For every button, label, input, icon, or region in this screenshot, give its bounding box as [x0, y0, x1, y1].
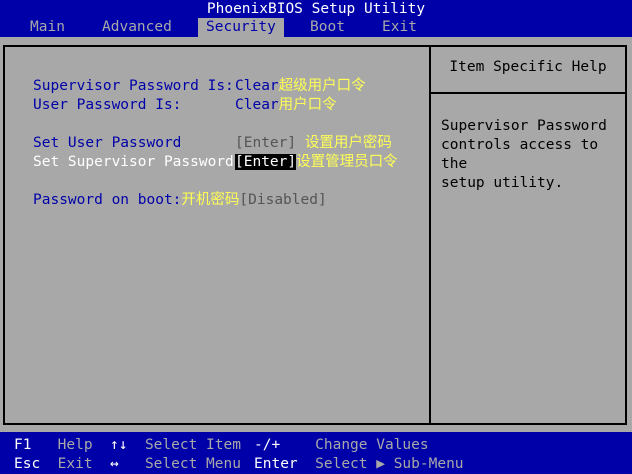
settings-frame: Item Specific Help Supervisor Password c… — [3, 45, 627, 425]
key-enter-key: Enter — [254, 456, 298, 472]
vertical-divider — [429, 47, 431, 423]
key-f1: F1 Help — [14, 436, 93, 455]
user-password-status-row: User Password Is: Clear用户口令 — [33, 96, 337, 115]
set-user-password-value[interactable]: [Enter] 设置用户密码 — [235, 134, 392, 153]
tab-advanced[interactable]: Advanced — [94, 18, 180, 37]
settings-panel: Item Specific Help Supervisor Password c… — [0, 37, 632, 432]
password-on-boot-value[interactable]: [Disabled] — [239, 192, 326, 208]
leftright-arrow-icon: ↔ — [110, 456, 119, 472]
password-on-boot-row[interactable]: Password on boot:开机密码[Disabled] — [33, 191, 327, 210]
password-on-boot-note: 开机密码 — [181, 192, 240, 208]
key-minusplus-key: -/+ — [254, 437, 281, 453]
supervisor-password-status-row: Supervisor Password Is: Clear超级用户口令 — [33, 77, 366, 96]
user-status-text: Clear — [235, 97, 279, 113]
set-user-password-row[interactable]: Set User Password [Enter] 设置用户密码 — [33, 134, 392, 153]
user-password-status-label: User Password Is: — [33, 97, 182, 113]
supervisor-password-status-value: Clear超级用户口令 — [235, 77, 366, 96]
set-user-enter[interactable]: [Enter] — [235, 135, 296, 151]
set-supervisor-enter[interactable]: [Enter] — [235, 154, 297, 170]
key-minusplus-desc: Change Values — [315, 437, 429, 453]
tab-main[interactable]: Main — [22, 18, 73, 37]
supervisor-status-text: Clear — [235, 78, 279, 94]
bios-title: PhoenixBIOS Setup Utility — [206, 1, 426, 17]
key-enter: Enter Select ▶ Sub-Menu — [254, 455, 464, 474]
user-password-status-value: Clear用户口令 — [235, 96, 337, 115]
menu-bar: Main Advanced Security Boot Exit — [0, 18, 632, 37]
set-supervisor-note: 设置管理员口令 — [296, 154, 398, 170]
tab-security[interactable]: Security — [198, 18, 284, 37]
supervisor-status-note: 超级用户口令 — [278, 78, 366, 94]
updown-arrow-icon: ↑↓ — [110, 437, 128, 453]
help-text: Supervisor Password controls access to t… — [441, 118, 607, 191]
set-supervisor-password-value[interactable]: [Enter]设置管理员口令 — [235, 153, 398, 172]
key-esc: Esc Exit — [14, 455, 93, 474]
key-leftright: ↔ Select Menu — [110, 455, 241, 474]
help-title: Item Specific Help — [449, 59, 607, 75]
key-leftright-desc: Select Menu — [144, 456, 241, 472]
help-divider — [431, 92, 625, 94]
key-minusplus: -/+ Change Values — [254, 436, 429, 455]
user-status-note: 用户口令 — [278, 97, 337, 113]
key-f1-key: F1 — [14, 437, 32, 453]
set-user-note: 设置用户密码 — [304, 135, 392, 151]
set-supervisor-password-row[interactable]: Set Supervisor Password [Enter]设置管理员口令 — [33, 153, 398, 172]
tab-exit[interactable]: Exit — [374, 18, 425, 37]
key-updown: ↑↓ Select Item — [110, 436, 241, 455]
key-f1-desc: Help — [57, 437, 93, 453]
key-esc-desc: Exit — [57, 456, 93, 472]
set-supervisor-password-label[interactable]: Set Supervisor Password — [33, 154, 234, 170]
set-user-password-label[interactable]: Set User Password — [33, 135, 181, 151]
key-esc-key: Esc — [14, 456, 41, 472]
key-help-bar: F1 Help Esc Exit ↑↓ Select Item ↔ Select… — [0, 436, 632, 474]
tab-boot[interactable]: Boot — [302, 18, 353, 37]
key-enter-desc: Select ▶ Sub-Menu — [315, 456, 464, 472]
key-updown-desc: Select Item — [144, 437, 241, 453]
password-on-boot-label[interactable]: Password on boot: — [33, 192, 181, 208]
supervisor-password-status-label: Supervisor Password Is: — [33, 78, 234, 94]
